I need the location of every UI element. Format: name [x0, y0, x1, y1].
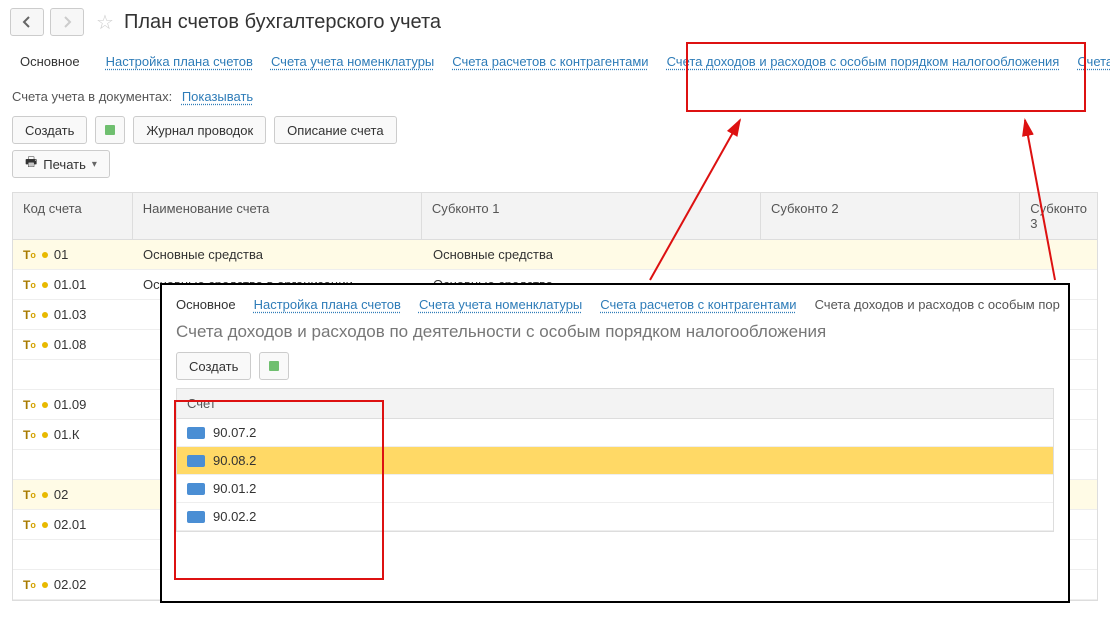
describe-button[interactable]: Описание счета	[274, 116, 396, 144]
popup-toolbar: Создать	[162, 352, 1068, 388]
col-sub3[interactable]: Субконто 3	[1020, 193, 1097, 239]
status-dot	[42, 492, 48, 498]
status-dot	[42, 282, 48, 288]
status-dot	[42, 522, 48, 528]
popup-tabs: Основное Настройка плана счетов Счета уч…	[162, 285, 1068, 320]
refresh-button[interactable]	[95, 116, 125, 144]
code-value: 01	[54, 247, 68, 262]
popup-row-value: 90.01.2	[213, 481, 256, 496]
popup-subtitle: Счета доходов и расходов по деятельности…	[162, 320, 1068, 352]
t-icon: Tо	[23, 488, 36, 502]
tab-contractors[interactable]: Счета расчетов с контрагентами	[452, 54, 648, 69]
popup-row[interactable]: 90.07.2	[177, 419, 1053, 447]
popup-row[interactable]: 90.01.2	[177, 475, 1053, 503]
popup-tab-contractors[interactable]: Счета расчетов с контрагентами	[600, 297, 796, 312]
create-button[interactable]: Создать	[12, 116, 87, 144]
popup-tab-main[interactable]: Основное	[176, 297, 236, 312]
code-value: 01.01	[54, 277, 87, 292]
table-header: Код счета Наименование счета Субконто 1 …	[13, 193, 1097, 240]
code-value: 02.01	[54, 517, 87, 532]
status-dot	[42, 312, 48, 318]
t-icon: Tо	[23, 398, 36, 412]
t-icon: Tо	[23, 308, 36, 322]
filter-label: Счета учета в документах:	[12, 89, 172, 104]
code-value: 01.08	[54, 337, 87, 352]
popup-table-body: 90.07.2 90.08.2 90.01.2 90.02.2	[177, 419, 1053, 531]
page-title: План счетов бухгалтерского учета	[124, 11, 441, 34]
status-dot	[42, 402, 48, 408]
col-sub2[interactable]: Субконто 2	[761, 193, 1020, 239]
t-icon: Tо	[23, 518, 36, 532]
card-icon	[187, 427, 205, 439]
popup-row-value: 90.08.2	[213, 453, 256, 468]
chevron-down-icon: ▾	[92, 159, 97, 170]
popup-table: Счет 90.07.2 90.08.2 90.01.2 90.02.2	[176, 388, 1054, 532]
cell-name: Основные средства	[133, 247, 423, 262]
t-icon: Tо	[23, 578, 36, 592]
print-label: Печать	[43, 157, 86, 172]
status-dot	[42, 252, 48, 258]
tab-nomenclature[interactable]: Счета учета номенклатуры	[271, 54, 434, 69]
tabs-row: Основное Настройка плана счетов Счета уч…	[0, 44, 1110, 83]
t-icon: Tо	[23, 278, 36, 292]
journal-button[interactable]: Журнал проводок	[133, 116, 266, 144]
cell-code: Tо 01.03	[13, 307, 133, 322]
popup-tab-active[interactable]: Счета доходов и расходов с особым пор	[815, 297, 1060, 312]
forward-button[interactable]	[50, 8, 84, 36]
card-icon	[187, 511, 205, 523]
table-row[interactable]: Tо 01 Основные средстваОсновные средства	[13, 240, 1097, 270]
col-name[interactable]: Наименование счета	[133, 193, 422, 239]
toolbar-2: 🖶 Печать ▾	[0, 150, 1110, 184]
popup-row[interactable]: 90.02.2	[177, 503, 1053, 531]
cell-code: Tо 01.01	[13, 277, 133, 292]
cell-sub1: Основные средства	[423, 247, 763, 262]
status-dot	[42, 432, 48, 438]
printer-icon: 🖶	[25, 153, 37, 175]
t-icon: Tо	[23, 248, 36, 262]
topbar: ☆ План счетов бухгалтерского учета	[0, 0, 1110, 44]
popup-tab-nomenclature[interactable]: Счета учета номенклатуры	[419, 297, 582, 312]
code-value: 01.К	[54, 427, 80, 442]
star-icon[interactable]: ☆	[96, 10, 114, 35]
toolbar: Создать Журнал проводок Описание счета	[0, 110, 1110, 150]
popup-col-header[interactable]: Счет	[177, 389, 1053, 419]
code-value: 01.09	[54, 397, 87, 412]
status-dot	[42, 342, 48, 348]
code-value: 02	[54, 487, 68, 502]
popup-create-button[interactable]: Создать	[176, 352, 251, 380]
tab-plan-settings[interactable]: Настройка плана счетов	[106, 54, 253, 69]
code-value: 01.03	[54, 307, 87, 322]
cell-code: Tо 01.09	[13, 397, 133, 412]
status-dot	[42, 582, 48, 588]
popup-window: Основное Настройка плана счетов Счета уч…	[160, 283, 1070, 603]
filter-value[interactable]: Показывать	[182, 89, 253, 104]
back-button[interactable]	[10, 8, 44, 36]
tab-main[interactable]: Основное	[12, 50, 88, 73]
print-button[interactable]: 🖶 Печать ▾	[12, 150, 110, 178]
popup-refresh-button[interactable]	[259, 352, 289, 380]
card-icon	[187, 483, 205, 495]
cell-code: Tо 01.К	[13, 427, 133, 442]
code-value: 02.02	[54, 577, 87, 592]
col-code[interactable]: Код счета	[13, 193, 133, 239]
popup-row[interactable]: 90.08.2	[177, 447, 1053, 475]
popup-row-value: 90.07.2	[213, 425, 256, 440]
col-sub1[interactable]: Субконто 1	[422, 193, 761, 239]
cell-code: Tо 02.01	[13, 517, 133, 532]
t-icon: Tо	[23, 338, 36, 352]
popup-row-value: 90.02.2	[213, 509, 256, 524]
cell-code: Tо 02	[13, 487, 133, 502]
tab-more[interactable]: Счета	[1077, 54, 1110, 69]
card-icon	[187, 455, 205, 467]
tab-special-tax[interactable]: Счета доходов и расходов с особым порядк…	[667, 54, 1060, 69]
t-icon: Tо	[23, 428, 36, 442]
cell-code: Tо 01.08	[13, 337, 133, 352]
cell-code: Tо 02.02	[13, 577, 133, 592]
popup-tab-plan[interactable]: Настройка плана счетов	[254, 297, 401, 312]
cell-code: Tо 01	[13, 247, 133, 262]
filter-row: Счета учета в документах: Показывать	[0, 83, 1110, 110]
